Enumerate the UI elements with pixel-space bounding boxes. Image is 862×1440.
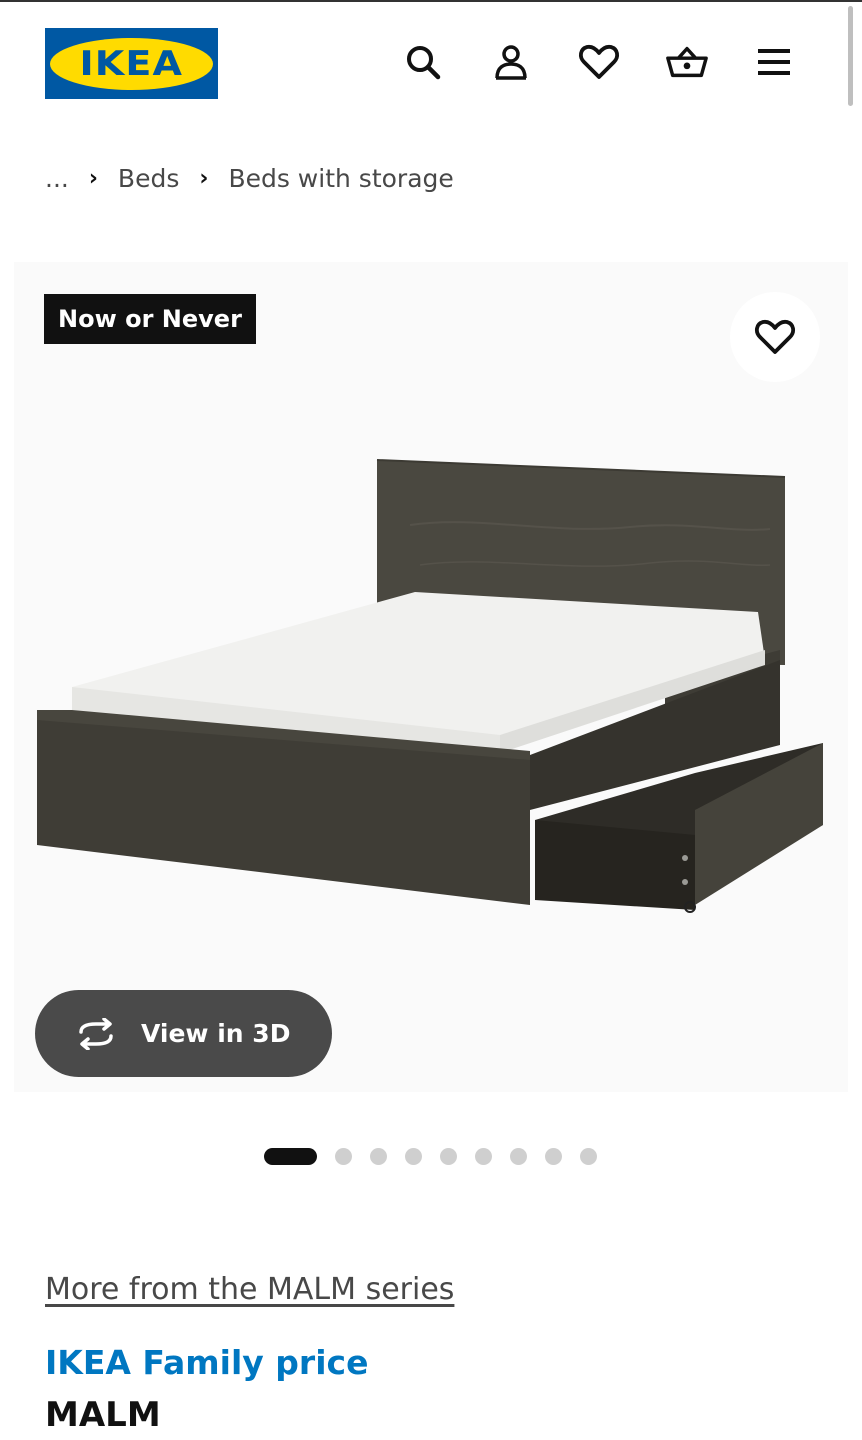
- user-icon[interactable]: [489, 40, 533, 84]
- chevron-right-icon: ›: [88, 165, 98, 191]
- search-icon[interactable]: [401, 40, 445, 84]
- rotate-3d-icon: [79, 1017, 113, 1050]
- breadcrumb: ... › Beds › Beds with storage: [45, 160, 454, 196]
- carousel-dot[interactable]: [335, 1147, 352, 1165]
- carousel-dot[interactable]: [545, 1147, 562, 1165]
- scrollbar[interactable]: [848, 6, 853, 106]
- carousel-dot[interactable]: [475, 1147, 492, 1165]
- view-in-3d-button[interactable]: View in 3D: [35, 990, 332, 1077]
- top-border: [0, 0, 862, 2]
- promo-badge: Now or Never: [44, 294, 256, 344]
- series-link[interactable]: More from the MALM series: [45, 1272, 454, 1307]
- heart-icon: [755, 319, 795, 354]
- product-name: MALM: [45, 1395, 161, 1435]
- heart-icon[interactable]: [577, 40, 621, 84]
- logo-text: IKEA: [79, 43, 184, 84]
- add-to-wishlist-button[interactable]: [730, 292, 820, 382]
- product-image: [37, 459, 823, 913]
- breadcrumb-ellipsis[interactable]: ...: [45, 164, 69, 193]
- carousel-dot[interactable]: [370, 1147, 387, 1165]
- breadcrumb-item-beds-with-storage[interactable]: Beds with storage: [228, 164, 453, 193]
- breadcrumb-item-beds[interactable]: Beds: [118, 164, 179, 193]
- carousel-dot[interactable]: [580, 1147, 597, 1165]
- view-in-3d-label: View in 3D: [141, 1019, 291, 1048]
- carousel-pagination: [264, 1146, 615, 1166]
- ikea-logo[interactable]: IKEA: [45, 28, 218, 99]
- logo-oval: IKEA: [50, 37, 213, 90]
- basket-icon[interactable]: [665, 40, 709, 84]
- chevron-right-icon: ›: [199, 165, 209, 191]
- carousel-dot[interactable]: [440, 1147, 457, 1165]
- family-price-label: IKEA Family price: [45, 1343, 369, 1382]
- carousel-dot[interactable]: [405, 1147, 422, 1165]
- carousel-dot[interactable]: [510, 1147, 527, 1165]
- carousel-dot-active[interactable]: [264, 1147, 317, 1165]
- menu-icon[interactable]: [752, 40, 796, 84]
